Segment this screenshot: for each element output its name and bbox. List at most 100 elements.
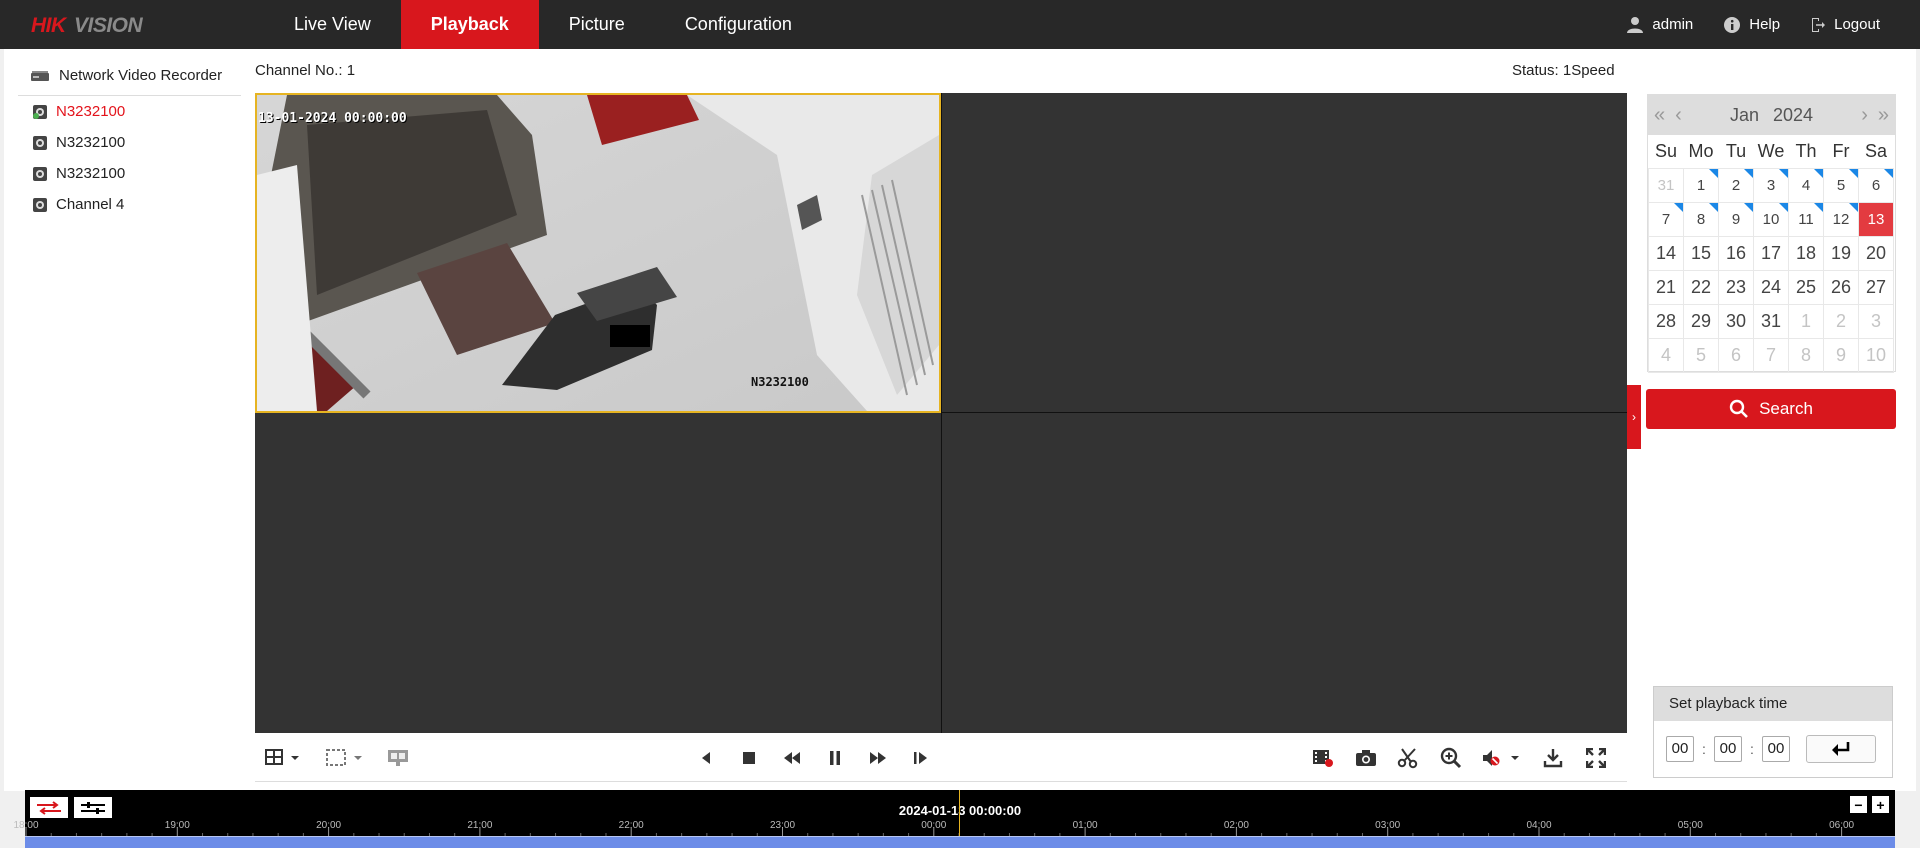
user-menu[interactable]: admin [1626, 16, 1693, 34]
clip-button[interactable] [1395, 746, 1421, 770]
slow-button[interactable] [779, 746, 805, 770]
timeline-recording-segment[interactable] [25, 836, 1895, 848]
prev-month-icon[interactable]: ‹ [1675, 104, 1682, 127]
pause-icon [830, 751, 840, 765]
next-year-icon[interactable]: » [1878, 104, 1889, 127]
calendar-day[interactable]: 10 [1753, 202, 1789, 237]
calendar-day[interactable]: 7 [1753, 338, 1789, 373]
clip-list-button[interactable] [1310, 746, 1336, 770]
calendar-day[interactable]: 8 [1683, 202, 1719, 237]
weekday-header: Th [1795, 141, 1817, 161]
calendar-day[interactable]: 8 [1788, 338, 1824, 373]
calendar-day[interactable]: 31 [1753, 304, 1789, 339]
window-layout-button[interactable] [263, 746, 305, 770]
channel-item[interactable]: N3232100 [18, 96, 241, 127]
multi-display-button[interactable] [385, 746, 411, 770]
calendar-day[interactable]: 3 [1753, 168, 1789, 203]
calendar-day[interactable]: 2 [1823, 304, 1859, 339]
calendar-day[interactable]: 5 [1823, 168, 1859, 203]
calendar-day[interactable]: 9 [1718, 202, 1754, 237]
timeline-bar[interactable]: 18:00 19:00 20:00 21:00 22:00 23:00 00:00 01:00… [13, 790, 1895, 848]
calendar-day[interactable]: 1 [1683, 168, 1719, 203]
calendar-day[interactable]: 29 [1683, 304, 1719, 339]
film-clip-icon [1313, 750, 1333, 767]
nav-configuration[interactable]: Configuration [655, 0, 822, 49]
calendar-day[interactable]: 16 [1718, 236, 1754, 271]
timeline-zoom-out-button[interactable]: − [1850, 796, 1867, 813]
channel-number: Channel No.: 1 [255, 62, 356, 79]
logout-link[interactable]: Logout [1810, 16, 1880, 33]
reverse-play-button[interactable] [693, 746, 719, 770]
collapse-panel-tab[interactable]: › [1627, 385, 1641, 449]
calendar-day[interactable]: 2 [1718, 168, 1754, 203]
fullscreen-icon [1586, 748, 1606, 768]
calendar-day[interactable]: 6 [1718, 338, 1754, 373]
calendar-day[interactable]: 18 [1788, 236, 1824, 271]
calendar-day[interactable]: 11 [1788, 202, 1824, 237]
window-select-button[interactable] [323, 746, 367, 770]
calendar-day[interactable]: 30 [1718, 304, 1754, 339]
frame-step-icon [914, 752, 927, 764]
minute-field[interactable]: 00 [1714, 736, 1742, 762]
calendar-day[interactable]: 28 [1648, 304, 1684, 339]
calendar-day[interactable]: 5 [1683, 338, 1719, 373]
calendar-year[interactable]: 2024 [1773, 105, 1813, 126]
search-label: Search [1759, 399, 1813, 418]
calendar-day[interactable]: 19 [1823, 236, 1859, 271]
prev-year-icon[interactable]: « [1654, 104, 1665, 127]
timeline-zoom-in-button[interactable]: + [1872, 796, 1889, 813]
info-icon [1724, 16, 1741, 33]
video-window-1[interactable]: 13-01-2024 00:00:00 N3232100 [255, 93, 941, 413]
calendar-day[interactable]: 31 [1648, 168, 1684, 203]
download-button[interactable] [1540, 746, 1566, 770]
second-field[interactable]: 00 [1762, 736, 1790, 762]
timeline-hour-label: 04:00 [1526, 820, 1552, 831]
calendar-day[interactable]: 17 [1753, 236, 1789, 271]
calendar-day[interactable]: 6 [1858, 168, 1894, 203]
timeline-filter-button[interactable] [74, 797, 112, 818]
calendar-day[interactable]: 22 [1683, 270, 1719, 305]
hour-field[interactable]: 00 [1666, 736, 1694, 762]
calendar-day[interactable]: 9 [1823, 338, 1859, 373]
nav-playback[interactable]: Playback [400, 0, 539, 49]
channel-item[interactable]: N3232100 [18, 158, 241, 189]
calendar-day[interactable]: 14 [1648, 236, 1684, 271]
capture-button[interactable] [1353, 746, 1379, 770]
nav-picture[interactable]: Picture [539, 0, 655, 49]
calendar-day[interactable]: 25 [1788, 270, 1824, 305]
calendar-day[interactable]: 23 [1718, 270, 1754, 305]
search-button[interactable]: Search [1646, 389, 1896, 429]
calendar-day[interactable]: 27 [1858, 270, 1894, 305]
fullscreen-button[interactable] [1583, 746, 1609, 770]
calendar-day[interactable]: 7 [1648, 202, 1684, 237]
calendar-day[interactable]: 15 [1683, 236, 1719, 271]
calendar-day[interactable]: 4 [1648, 338, 1684, 373]
single-frame-button[interactable] [908, 746, 934, 770]
calendar-day[interactable]: 26 [1823, 270, 1859, 305]
pause-button[interactable] [822, 746, 848, 770]
help-link[interactable]: Help [1723, 16, 1780, 34]
audio-button[interactable] [1481, 746, 1521, 770]
nav-live-view[interactable]: Live View [264, 0, 401, 49]
calendar-day[interactable]: 20 [1858, 236, 1894, 271]
next-month-icon[interactable]: › [1861, 104, 1868, 127]
calendar-day[interactable]: 1 [1788, 304, 1824, 339]
stop-button[interactable] [736, 746, 762, 770]
calendar-day[interactable]: 3 [1858, 304, 1894, 339]
channel-item[interactable]: Channel 4 [18, 189, 241, 220]
timeline-hour-label: 05:00 [1677, 820, 1703, 831]
go-to-time-button[interactable] [1806, 735, 1876, 763]
calendar-day[interactable]: 4 [1788, 168, 1824, 203]
digital-zoom-button[interactable] [1438, 746, 1464, 770]
calendar-day[interactable]: 21 [1648, 270, 1684, 305]
calendar-day[interactable]: 12 [1823, 202, 1859, 237]
timeline-record-type-button[interactable] [30, 797, 68, 818]
calendar-day[interactable]: 10 [1858, 338, 1894, 373]
fast-button[interactable] [865, 746, 891, 770]
calendar-month[interactable]: Jan [1730, 105, 1759, 126]
calendar-day[interactable]: 13 [1858, 202, 1894, 237]
channel-item[interactable]: N3232100 [18, 127, 241, 158]
tree-root-nvr[interactable]: Network Video Recorder [18, 56, 241, 96]
calendar-day[interactable]: 24 [1753, 270, 1789, 305]
video-grid[interactable]: 13-01-2024 00:00:00 N3232100 [255, 93, 1627, 733]
